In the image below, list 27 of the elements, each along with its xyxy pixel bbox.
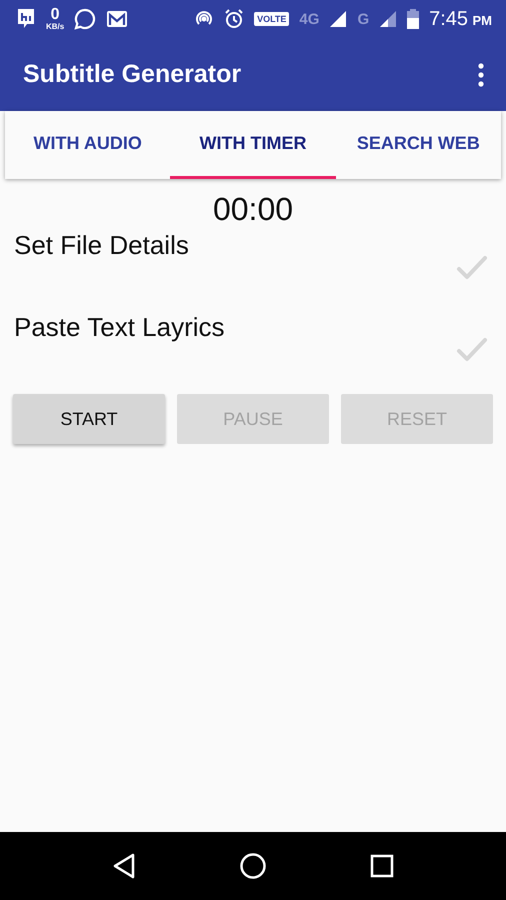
action-button[interactable]: START (13, 394, 165, 444)
alarm-clock-icon (224, 9, 244, 29)
chat-app-icon (16, 8, 36, 30)
speed-value: 0 (50, 7, 60, 23)
network-type: 4G (299, 10, 320, 28)
battery-icon (407, 9, 420, 29)
checkmark-icon[interactable] (456, 254, 488, 282)
step-label: Set File Details (14, 230, 189, 261)
tab[interactable]: WITH AUDIO (5, 111, 170, 179)
tab[interactable]: WITH TIMER (170, 111, 336, 179)
checkmark-icon[interactable] (456, 336, 488, 364)
signal-icon (329, 10, 348, 28)
home-icon[interactable] (238, 852, 267, 880)
signal-icon (379, 10, 398, 28)
app-title: Subtitle Generator (23, 60, 242, 89)
volte-badge: VOLTE (254, 12, 290, 26)
speed-unit: KB/s (46, 23, 64, 31)
mail-icon (106, 10, 128, 28)
step-label: Paste Text Layrics (14, 312, 225, 343)
recents-icon[interactable] (370, 854, 394, 878)
tab[interactable]: SEARCH WEB (336, 111, 501, 179)
clock-time: 7:45 PM (429, 8, 492, 30)
chat-bubble-icon (74, 8, 96, 30)
network-type: G (357, 10, 370, 28)
back-icon[interactable] (112, 853, 136, 879)
more-menu-icon[interactable] (478, 62, 484, 86)
timer-display: 00:00 (212, 191, 294, 228)
